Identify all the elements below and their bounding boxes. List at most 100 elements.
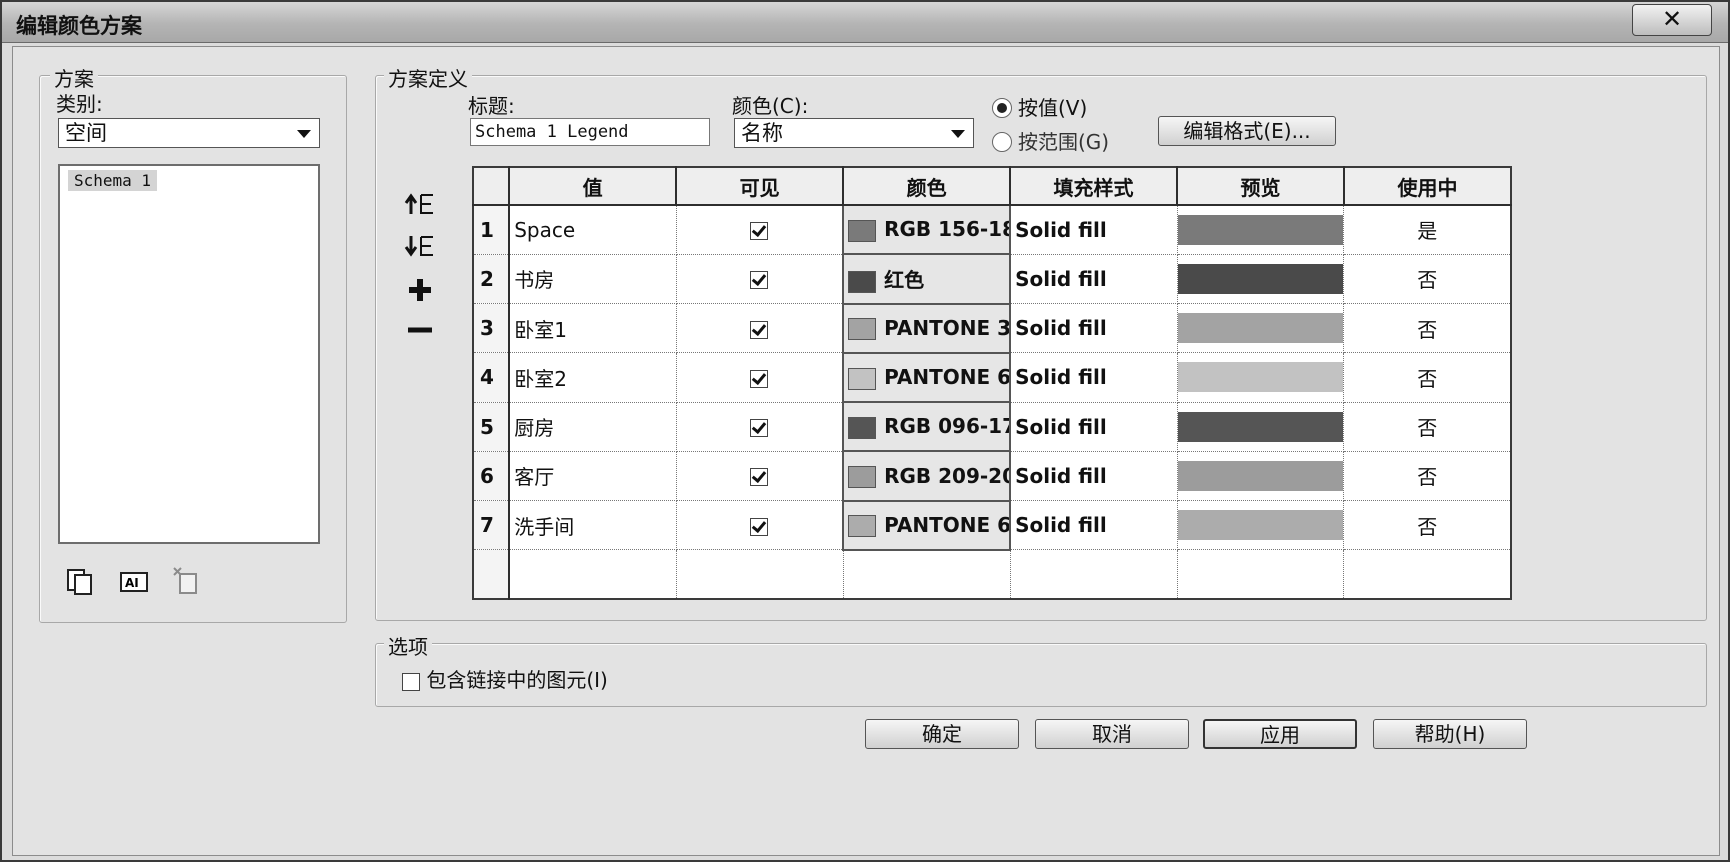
empty-cell <box>1177 549 1345 600</box>
in-use-cell: 否 <box>1343 254 1511 305</box>
column-header[interactable]: 使用中 <box>1343 167 1511 206</box>
duplicate-icon[interactable] <box>66 568 96 602</box>
help-button[interactable]: 帮助(H) <box>1373 719 1527 749</box>
color-name: 红色 <box>884 268 925 293</box>
value-cell[interactable]: 卧室2 <box>509 352 677 403</box>
delete-icon[interactable] <box>172 566 202 602</box>
title-bar[interactable]: 编辑颜色方案 ✕ <box>2 2 1728 43</box>
visible-cell[interactable] <box>676 402 844 452</box>
close-button[interactable]: ✕ <box>1632 4 1712 36</box>
ok-button[interactable]: 确定 <box>865 719 1019 749</box>
fill-style-cell[interactable]: Solid fill <box>1010 254 1178 305</box>
visible-cell[interactable] <box>676 254 844 305</box>
scheme-group: 方案 类别: 空间 Schema 1 AI <box>39 63 347 623</box>
radio-by-value[interactable]: 按值(V) <box>992 92 1087 121</box>
chevron-down-icon <box>297 130 311 138</box>
color-dropdown[interactable]: 名称 <box>734 118 974 148</box>
add-icon[interactable] <box>402 276 438 308</box>
table-row[interactable]: 6 客厅 RGB 209-20 Solid fill 否 <box>473 450 1511 502</box>
in-use-cell: 否 <box>1343 303 1511 354</box>
table-row[interactable]: 2 书房 红色 Solid fill 否 <box>473 253 1511 305</box>
value-cell[interactable]: 卧室1 <box>509 303 677 354</box>
cancel-button[interactable]: 取消 <box>1035 719 1189 749</box>
fill-style-cell[interactable]: Solid fill <box>1010 352 1178 403</box>
include-linked-checkbox[interactable]: 包含链接中的图元(I) <box>402 664 608 693</box>
visible-cell[interactable] <box>676 500 844 551</box>
scheme-list-item[interactable]: Schema 1 <box>68 170 158 191</box>
checkbox-icon[interactable] <box>750 468 769 487</box>
color-cell[interactable]: PANTONE 6 <box>842 499 1012 551</box>
color-cell[interactable]: PANTONE 6 <box>842 351 1012 404</box>
dialog-body: 方案 类别: 空间 Schema 1 AI 方案定义 标题: Schema 1 … <box>12 46 1720 856</box>
move-up-icon[interactable] <box>402 190 438 222</box>
color-name: PANTONE 3 <box>884 315 1011 340</box>
table-row[interactable]: 4 卧室2 PANTONE 6 Solid fill 否 <box>473 351 1511 404</box>
color-swatch <box>848 318 877 341</box>
table-row[interactable]: 1 Space RGB 156-18 Solid fill 是 <box>473 203 1511 256</box>
in-use-cell: 否 <box>1343 402 1511 452</box>
checkbox-icon[interactable] <box>750 369 769 388</box>
column-header[interactable]: 颜色 <box>843 167 1012 206</box>
row-number: 6 <box>473 451 511 502</box>
column-header[interactable]: 填充样式 <box>1010 167 1179 206</box>
empty-cell <box>843 549 1011 600</box>
radio-on-icon <box>992 98 1012 118</box>
color-value: 名称 <box>741 121 783 145</box>
fill-style-cell[interactable]: Solid fill <box>1010 500 1178 551</box>
value-cell[interactable]: 洗手间 <box>509 500 677 551</box>
fill-style-cell[interactable]: Solid fill <box>1010 402 1178 452</box>
color-name: RGB 096-17 <box>884 414 1011 439</box>
value-cell[interactable]: 厨房 <box>509 402 677 452</box>
include-linked-label: 包含链接中的图元(I) <box>426 668 608 692</box>
color-swatch <box>848 416 877 439</box>
fill-style-cell[interactable]: Solid fill <box>1010 205 1178 255</box>
color-cell[interactable]: RGB 209-20 <box>842 450 1012 502</box>
color-name: PANTONE 6 <box>884 512 1011 537</box>
row-number: 5 <box>473 402 511 452</box>
title-input[interactable]: Schema 1 Legend <box>470 118 710 146</box>
preview-swatch <box>1177 460 1343 491</box>
table-empty-area[interactable] <box>473 549 1511 600</box>
remove-icon[interactable] <box>402 316 438 348</box>
move-down-icon[interactable] <box>402 232 438 264</box>
value-cell[interactable]: 客厅 <box>509 451 677 502</box>
column-header[interactable]: 值 <box>509 167 678 206</box>
preview-swatch <box>1177 263 1343 294</box>
checkbox-icon[interactable] <box>750 419 769 438</box>
visible-cell[interactable] <box>676 451 844 502</box>
category-dropdown[interactable]: 空间 <box>58 118 320 148</box>
table-row[interactable]: 7 洗手间 PANTONE 6 Solid fill 否 <box>473 499 1511 551</box>
color-cell[interactable]: RGB 096-17 <box>842 400 1012 453</box>
color-cell[interactable]: PANTONE 3 <box>842 302 1012 354</box>
category-value: 空间 <box>65 121 107 145</box>
table-row[interactable]: 3 卧室1 PANTONE 3 Solid fill 否 <box>473 302 1511 354</box>
row-number: 4 <box>473 352 511 403</box>
color-cell[interactable]: 红色 <box>842 253 1012 305</box>
column-header[interactable]: 预览 <box>1177 167 1345 206</box>
checkbox-icon[interactable] <box>750 517 769 536</box>
color-cell[interactable]: RGB 156-18 <box>842 203 1012 256</box>
visible-cell[interactable] <box>676 303 844 354</box>
color-swatch <box>848 367 877 390</box>
table-row[interactable]: 5 厨房 RGB 096-17 Solid fill 否 <box>473 400 1511 453</box>
fill-style-cell[interactable]: Solid fill <box>1010 303 1178 354</box>
value-cell[interactable]: 书房 <box>509 254 677 305</box>
checkbox-icon[interactable] <box>750 222 769 241</box>
apply-button[interactable]: 应用 <box>1203 719 1357 749</box>
column-header[interactable]: 可见 <box>676 167 845 206</box>
in-use-cell: 否 <box>1343 451 1511 502</box>
radio-by-range[interactable]: 按范围(G) <box>992 126 1109 155</box>
preview-cell <box>1177 254 1345 305</box>
scheme-listbox[interactable]: Schema 1 <box>58 164 320 544</box>
checkbox-icon[interactable] <box>750 320 769 339</box>
visible-cell[interactable] <box>676 205 844 255</box>
fill-style-cell[interactable]: Solid fill <box>1010 451 1178 502</box>
visible-cell[interactable] <box>676 352 844 403</box>
in-use-cell: 否 <box>1343 352 1511 403</box>
checkbox-icon[interactable] <box>750 271 769 290</box>
color-name: RGB 209-20 <box>884 463 1011 488</box>
rename-icon[interactable]: AI <box>120 570 150 600</box>
close-icon: ✕ <box>1661 5 1683 33</box>
edit-format-button[interactable]: 编辑格式(E)... <box>1158 116 1336 146</box>
value-cell[interactable]: Space <box>509 205 677 255</box>
